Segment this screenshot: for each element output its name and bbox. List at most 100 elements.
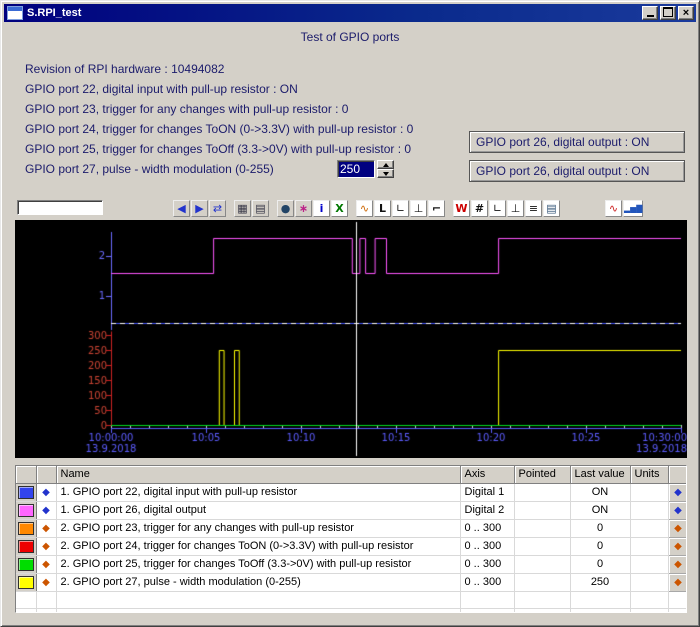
marker-cell[interactable]: ◆ [36, 573, 56, 591]
y-axis-icon[interactable]: L [374, 200, 391, 217]
marker-cell[interactable]: ◆ [36, 519, 56, 537]
toolbar-icons: ◀▶⇄▦▤●∗iX∿L∟⊥⌐W#∟⊥≡▤∿▂▅▇ [173, 199, 644, 218]
pointed-cell [514, 501, 570, 519]
maximize-button[interactable] [660, 6, 676, 20]
header-name[interactable]: Name [56, 466, 460, 483]
header-right-col[interactable] [668, 466, 687, 483]
header-color-col[interactable] [16, 466, 36, 483]
signal-table: NameAxisPointedLast valueUnits ◆1. GPIO … [16, 466, 687, 613]
last-value-cell: ON [570, 483, 630, 501]
globe-icon[interactable]: ● [277, 200, 294, 217]
spinner-up-button[interactable] [377, 160, 394, 169]
chart-panel: ◀▶⇄▦▤●∗iX∿L∟⊥⌐W#∟⊥≡▤∿▂▅▇ [15, 197, 687, 458]
header-marker-col[interactable] [36, 466, 56, 483]
bar-chart-icon[interactable]: ▂▅▇ [623, 200, 643, 217]
table-row[interactable]: ◆2. GPIO port 24, trigger for changes To… [16, 537, 687, 555]
units-cell [630, 573, 668, 591]
empty-cell [570, 608, 630, 613]
axes-bottom-icon[interactable]: ⊥ [507, 200, 524, 217]
info-icon[interactable]: i [313, 200, 330, 217]
table-row[interactable]: ◆1. GPIO port 26, digital outputDigital … [16, 501, 687, 519]
marker-button[interactable]: ◆ [668, 537, 687, 555]
table-row[interactable]: ◆1. GPIO port 22, digital input with pul… [16, 483, 687, 501]
pwm-input[interactable] [337, 160, 375, 178]
titlebar[interactable]: S.RPI_test × [4, 4, 696, 22]
units-cell [630, 555, 668, 573]
window-title: S.RPI_test [27, 7, 81, 19]
minimize-icon [647, 15, 654, 17]
close-button[interactable]: × [678, 6, 694, 20]
last-value-cell: 250 [570, 573, 630, 591]
signal-name-cell: 1. GPIO port 22, digital input with pull… [56, 483, 460, 501]
status-line: GPIO port 24, trigger for changes ToON (… [25, 119, 413, 139]
color-swatch[interactable] [18, 540, 34, 553]
print-icon[interactable]: ▦ [234, 200, 251, 217]
axis-cell: Digital 2 [460, 501, 514, 519]
marker-button[interactable]: ◆ [668, 555, 687, 573]
pointed-cell [514, 573, 570, 591]
excel-export-icon[interactable]: X [331, 200, 348, 217]
palette-icon[interactable]: ∗ [295, 200, 312, 217]
window-controls: × [640, 6, 694, 20]
table-row[interactable]: ◆2. GPIO port 25, trigger for changes To… [16, 555, 687, 573]
swatch-cell [16, 501, 36, 519]
marker-button[interactable]: ◆ [668, 573, 687, 591]
corner-axis-icon[interactable]: ⌐ [428, 200, 445, 217]
marker-button[interactable]: ◆ [668, 501, 687, 519]
status-line: GPIO port 23, trigger for any changes wi… [25, 99, 413, 119]
axes-left-icon[interactable]: ∟ [489, 200, 506, 217]
color-swatch[interactable] [18, 558, 34, 571]
chart-toolbar-textbox[interactable] [17, 200, 103, 215]
color-swatch[interactable] [18, 504, 34, 517]
pointed-cell [514, 555, 570, 573]
grid-icon[interactable]: # [471, 200, 488, 217]
marker-cell[interactable]: ◆ [36, 537, 56, 555]
hlines-icon[interactable]: ≡ [525, 200, 542, 217]
units-cell [630, 501, 668, 519]
empty-cell [460, 608, 514, 613]
empty-cell [56, 591, 460, 608]
marker-cell[interactable]: ◆ [36, 501, 56, 519]
empty-cell [56, 608, 460, 613]
output-boxes: GPIO port 26, digital output : ON GPIO po… [469, 131, 685, 189]
header-pointed[interactable]: Pointed [514, 466, 570, 483]
signal-name-cell: 2. GPIO port 27, pulse - width modulatio… [56, 573, 460, 591]
table-row[interactable]: ◆2. GPIO port 27, pulse - width modulati… [16, 573, 687, 591]
marker-button[interactable]: ◆ [668, 519, 687, 537]
gpio26-status-box[interactable]: GPIO port 26, digital output : ON [469, 131, 685, 153]
line-chart-icon[interactable]: ∿ [605, 200, 622, 217]
waveform-icon[interactable]: ∿ [356, 200, 373, 217]
table-row[interactable]: ◆2. GPIO port 23, trigger for any change… [16, 519, 687, 537]
axis-cell: 0 .. 300 [460, 573, 514, 591]
red-wave-icon[interactable]: W [453, 200, 470, 217]
axis-cell: Digital 1 [460, 483, 514, 501]
marker-button[interactable]: ◆ [668, 483, 687, 501]
header-units[interactable]: Units [630, 466, 668, 483]
nav-left-icon[interactable]: ◀ [173, 200, 190, 217]
minimize-button[interactable] [642, 6, 658, 20]
color-swatch[interactable] [18, 486, 34, 499]
last-value-cell: ON [570, 501, 630, 519]
xy-axis-icon[interactable]: ⊥ [410, 200, 427, 217]
marker-cell[interactable]: ◆ [36, 483, 56, 501]
empty-cell [16, 591, 36, 608]
chart-canvas[interactable] [15, 220, 687, 458]
color-swatch[interactable] [18, 576, 34, 589]
color-swatch[interactable] [18, 522, 34, 535]
header-axis[interactable]: Axis [460, 466, 514, 483]
gpio26-status-box[interactable]: GPIO port 26, digital output : ON [469, 160, 685, 182]
empty-cell [16, 608, 36, 613]
axis-cell: 0 .. 300 [460, 537, 514, 555]
units-cell [630, 537, 668, 555]
header-last-value[interactable]: Last value [570, 466, 630, 483]
pan-zoom-icon[interactable]: ⇄ [209, 200, 226, 217]
legend-icon[interactable]: ▤ [543, 200, 560, 217]
status-lines: Revision of RPI hardware : 10494082GPIO … [25, 59, 413, 159]
nav-right-icon[interactable]: ▶ [191, 200, 208, 217]
last-value-cell: 0 [570, 519, 630, 537]
spinner-down-button[interactable] [377, 169, 394, 178]
x-axis-icon[interactable]: ∟ [392, 200, 409, 217]
marker-cell[interactable]: ◆ [36, 555, 56, 573]
signal-name-cell: 2. GPIO port 25, trigger for changes ToO… [56, 555, 460, 573]
copy-icon[interactable]: ▤ [252, 200, 269, 217]
